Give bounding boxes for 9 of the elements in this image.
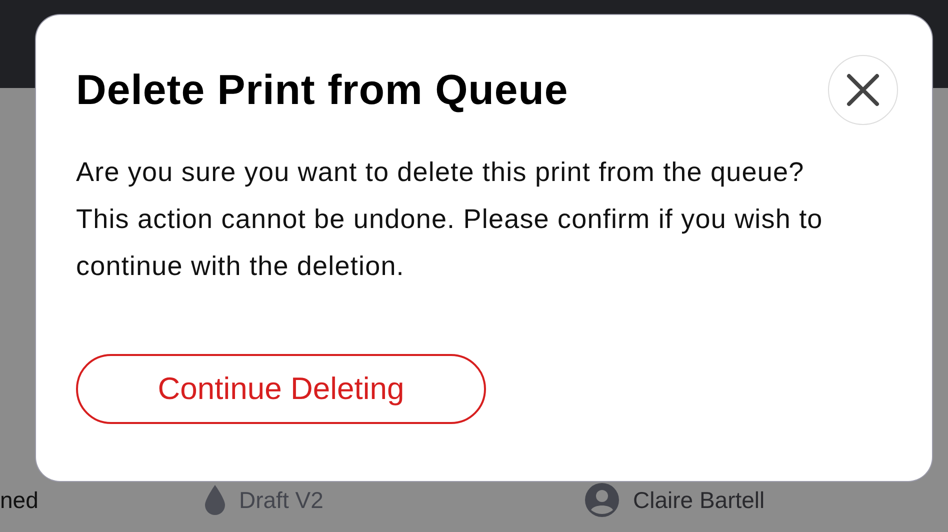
status-text: ned — [0, 486, 38, 514]
continue-deleting-button[interactable]: Continue Deleting — [76, 354, 486, 424]
dialog-message: Are you sure you want to delete this print from the queue? This action cannot be undone. Please confirm if you wish to continue with the deletion. — [76, 156, 824, 283]
owner-name: Claire Bartell — [633, 486, 765, 514]
close-icon — [846, 73, 880, 107]
user-icon — [585, 483, 619, 517]
drop-icon — [205, 485, 225, 515]
version-text: Draft V2 — [239, 486, 324, 514]
dialog-title: Delete Print from Queue — [76, 66, 568, 114]
